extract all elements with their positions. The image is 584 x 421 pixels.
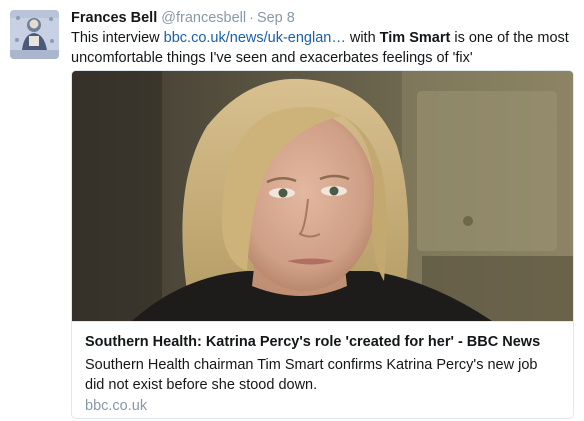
link-card[interactable]: Southern Health: Katrina Percy's role 'c… (71, 70, 574, 419)
card-photo (72, 71, 573, 321)
card-body[interactable]: Southern Health: Katrina Percy's role 'c… (72, 321, 573, 418)
display-name[interactable]: Frances Bell (71, 10, 157, 26)
user-handle[interactable]: @francesbell (161, 10, 246, 26)
card-title[interactable]: Southern Health: Katrina Percy's role 'c… (85, 332, 540, 352)
separator-dot: · (249, 10, 254, 26)
tweet-text-middle: with (345, 30, 380, 46)
tweet-link[interactable]: bbc.co.uk/news/uk-englan… (164, 30, 346, 46)
tweet-header: Frances Bell @francesbell · Sep 8 (71, 8, 579, 28)
tweet-mention[interactable]: Tim Smart (380, 30, 451, 46)
card-image[interactable] (72, 71, 573, 321)
tweet-text-prefix: This interview (71, 30, 164, 46)
tweet-text: This interview bbc.co.uk/news/uk-englan…… (71, 28, 579, 68)
timestamp[interactable]: Sep 8 (257, 10, 295, 26)
card-description: Southern Health chairman Tim Smart confi… (85, 357, 538, 393)
tweet-content: Frances Bell @francesbell · Sep 8 This inte… (71, 8, 579, 68)
card-domain[interactable]: bbc.co.uk (85, 397, 147, 415)
tweet: Frances Bell @francesbell · Sep 8 This inte… (0, 0, 584, 421)
avatar[interactable] (10, 10, 59, 59)
avatar-image (10, 10, 59, 59)
